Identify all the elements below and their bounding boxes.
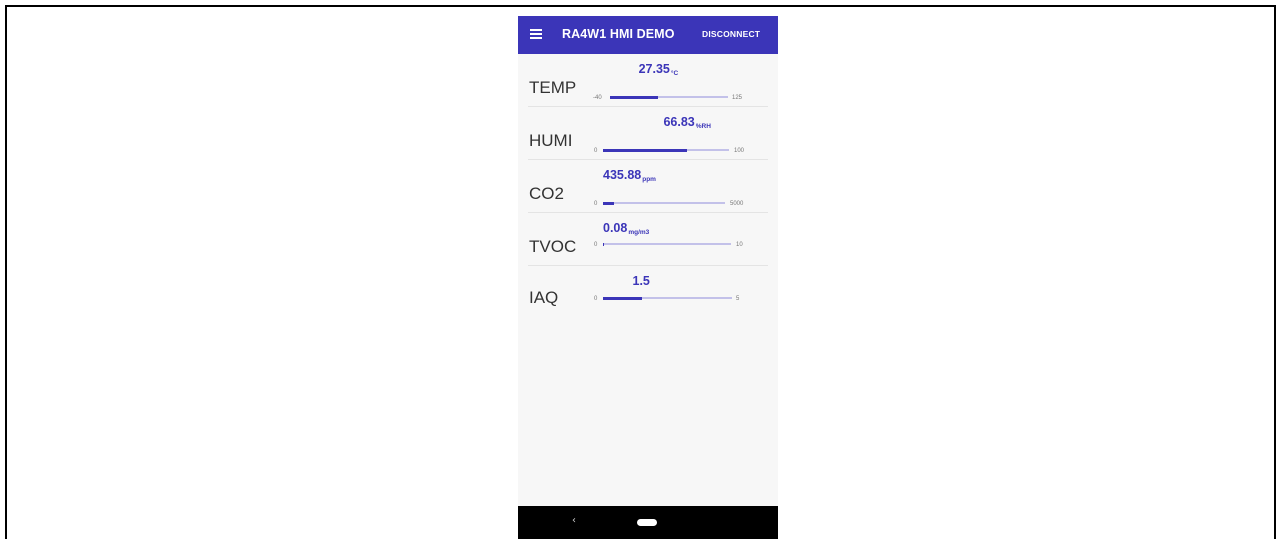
sensor-label: CO2 xyxy=(529,184,564,203)
sensor-max-label: 5000 xyxy=(730,201,744,207)
sensor-unit: mg/m3 xyxy=(628,229,650,236)
sensor-value: 66.83%RH xyxy=(663,115,711,130)
sensor-gauge-track xyxy=(610,95,728,99)
sensor-gauge-track xyxy=(603,296,732,300)
sensor-min-label: -40 xyxy=(593,95,602,101)
sensor-gauge-fill xyxy=(603,242,605,246)
app-title: RA4W1 HMI DEMO xyxy=(562,27,675,41)
sensor-min-label: 0 xyxy=(594,296,598,302)
sensor-gauge-track xyxy=(603,148,729,152)
phone-screen: RA4W1 HMI DEMO DISCONNECT TEMP 27.35°C -… xyxy=(518,16,778,539)
sensor-max-label: 100 xyxy=(734,148,745,154)
back-icon[interactable]: ‹ xyxy=(572,515,576,526)
disconnect-button[interactable]: DISCONNECT xyxy=(702,29,760,39)
sensor-gauge-fill xyxy=(603,148,688,152)
sensor-value-number: 435.88 xyxy=(603,168,642,182)
sensor-row-iaq: IAQ 1.5 0 5 xyxy=(518,266,778,319)
sensor-min-label: 0 xyxy=(594,148,598,154)
sensor-label: TVOC xyxy=(529,237,577,256)
sensor-row-tvoc: TVOC 0.08mg/m3 0 10 xyxy=(518,213,778,266)
sensor-row-humi: HUMI 66.83%RH 0 100 xyxy=(518,107,778,160)
sensor-max-label: 5 xyxy=(736,296,740,302)
sensor-value: 27.35°C xyxy=(638,62,679,77)
sensor-value-number: 0.08 xyxy=(603,221,628,235)
home-pill-icon[interactable] xyxy=(637,519,657,526)
sensor-value-number: 1.5 xyxy=(632,274,650,288)
sensor-row-co2: CO2 435.88ppm 0 5000 xyxy=(518,160,778,213)
app-bar: RA4W1 HMI DEMO DISCONNECT xyxy=(518,16,778,54)
sensor-label: IAQ xyxy=(529,288,559,307)
sensor-gauge-track xyxy=(603,242,731,246)
sensor-unit: %RH xyxy=(695,123,711,130)
sensor-label: TEMP xyxy=(529,78,577,97)
sensor-value-number: 66.83 xyxy=(663,115,695,129)
sensor-max-label: 10 xyxy=(736,242,743,248)
sensor-list: TEMP 27.35°C -40 125 HUMI 66.83%RH 0 100 xyxy=(518,54,778,506)
menu-icon[interactable] xyxy=(530,29,542,39)
sensor-unit: °C xyxy=(670,70,679,77)
system-nav-bar: ‹ xyxy=(518,506,778,539)
sensor-gauge-track xyxy=(603,201,725,205)
sensor-value: 435.88ppm xyxy=(603,168,656,183)
sensor-value: 0.08mg/m3 xyxy=(603,221,650,236)
sensor-label: HUMI xyxy=(529,131,573,150)
sensor-row-temp: TEMP 27.35°C -40 125 xyxy=(518,54,778,107)
sensor-min-label: 0 xyxy=(594,242,598,248)
sensor-max-label: 125 xyxy=(732,95,743,101)
sensor-unit: ppm xyxy=(642,176,656,183)
sensor-value: 1.5 xyxy=(633,274,651,288)
sensor-gauge-fill xyxy=(603,296,642,300)
sensor-min-label: 0 xyxy=(594,201,598,207)
sensor-gauge-fill xyxy=(603,201,614,205)
sensor-gauge-fill xyxy=(610,95,659,99)
sensor-value-number: 27.35 xyxy=(638,62,670,76)
